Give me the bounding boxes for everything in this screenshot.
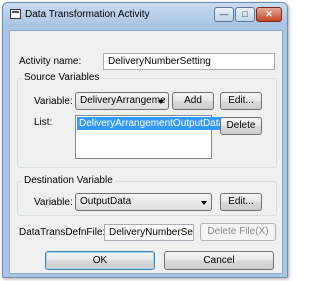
destination-variable-title: Destination Variable xyxy=(22,175,115,186)
source-variable-select[interactable]: DeliveryArrangeme xyxy=(75,92,169,110)
data-trans-defn-file-field[interactable]: DeliveryNumberSetti xyxy=(104,224,194,241)
delete-file-button[interactable]: Delete File(X) xyxy=(200,223,276,241)
window-title: Data Transformation Activity xyxy=(25,9,150,20)
cancel-button[interactable]: Cancel xyxy=(164,251,274,270)
destination-variable-label: Variable: xyxy=(34,197,73,208)
data-trans-defn-file-label: DataTransDefnFile: xyxy=(19,227,106,238)
chevron-down-icon xyxy=(158,100,164,104)
chevron-down-icon xyxy=(201,201,207,205)
list-item[interactable]: DeliveryArrangementOutputData xyxy=(77,117,227,130)
app-icon xyxy=(10,9,21,19)
ok-button[interactable]: OK xyxy=(45,251,155,270)
title-bar[interactable]: Data Transformation Activity — □ ✕ xyxy=(3,3,287,27)
destination-variable-value: OutputData xyxy=(80,196,132,207)
source-variables-list[interactable]: DeliveryArrangementOutputData xyxy=(75,115,227,159)
source-variable-value: DeliveryArrangeme xyxy=(80,95,166,106)
delete-button[interactable]: Delete xyxy=(220,117,262,135)
dialog-client-area: Activity name: DeliveryNumberSetting Sou… xyxy=(9,30,283,274)
source-edit-button[interactable]: Edit... xyxy=(220,92,262,110)
source-variable-label: Variable: xyxy=(34,96,73,107)
minimize-button[interactable]: — xyxy=(214,7,234,22)
source-variables-title: Source Variables xyxy=(22,72,102,83)
dialog-window: Data Transformation Activity — □ ✕ Activ… xyxy=(2,2,288,278)
maximize-button[interactable]: □ xyxy=(235,7,255,22)
add-button[interactable]: Add xyxy=(172,92,214,110)
activity-name-field[interactable]: DeliveryNumberSetting xyxy=(103,53,275,70)
destination-edit-button[interactable]: Edit... xyxy=(220,193,262,211)
activity-name-label: Activity name: xyxy=(19,56,82,67)
destination-variable-select[interactable]: OutputData xyxy=(75,193,212,211)
close-button[interactable]: ✕ xyxy=(256,7,282,22)
list-label: List: xyxy=(34,117,53,128)
